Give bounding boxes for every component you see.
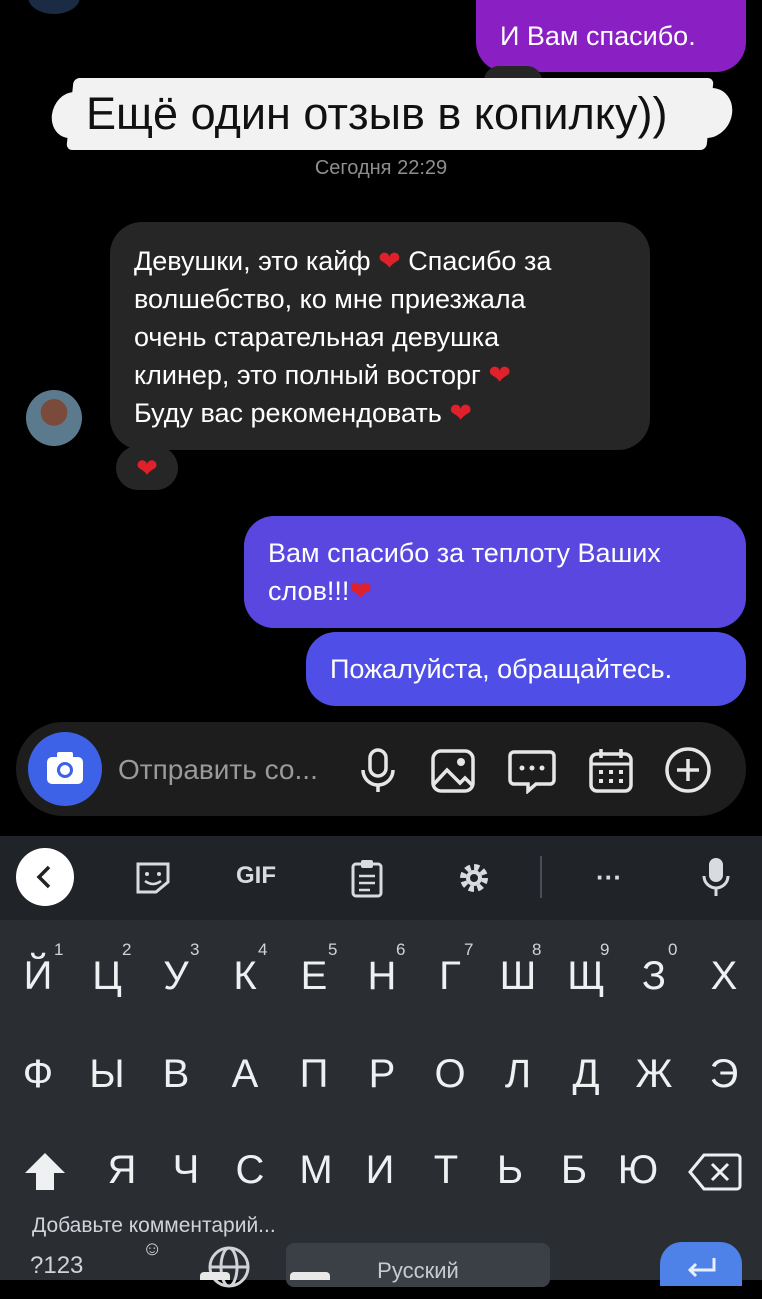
reaction-pill[interactable]: ❤ bbox=[116, 446, 178, 490]
key[interactable]: Й bbox=[4, 954, 72, 999]
nav-bar-hint bbox=[290, 1272, 330, 1280]
key-hint: 6 bbox=[396, 940, 406, 959]
key[interactable]: А bbox=[211, 1052, 279, 1097]
key[interactable]: Ю bbox=[604, 1148, 672, 1193]
incoming-message[interactable]: Девушки, это кайф ❤ Спасибо за волшебств… bbox=[110, 222, 650, 450]
key[interactable]: Т bbox=[412, 1148, 480, 1193]
key-hint: 5 bbox=[328, 940, 338, 959]
line: очень старательная девушка bbox=[134, 322, 500, 352]
sticker-chat-icon[interactable] bbox=[508, 748, 556, 794]
space-label: Русский bbox=[377, 1258, 459, 1283]
key-hint: 9 bbox=[600, 940, 610, 959]
banner-title: Ещё один отзыв в копилку)) bbox=[86, 88, 668, 139]
gear-icon[interactable] bbox=[456, 860, 492, 896]
key[interactable]: В bbox=[142, 1052, 210, 1097]
key-hint: 4 bbox=[258, 940, 268, 959]
heart-icon: ❤ bbox=[136, 453, 158, 483]
key[interactable]: Ч bbox=[152, 1148, 220, 1193]
more-button[interactable]: ··· bbox=[584, 862, 634, 893]
comment-hint: Добавьте комментарий... bbox=[32, 1214, 276, 1237]
emoji-sticker-icon[interactable] bbox=[134, 860, 172, 896]
key[interactable]: Д bbox=[552, 1052, 620, 1097]
outgoing-message[interactable]: Вам спасибо за теплоту Ваших слов!!!❤ bbox=[244, 516, 746, 628]
backspace-icon[interactable] bbox=[688, 1152, 742, 1192]
back-icon bbox=[36, 865, 51, 889]
key[interactable]: Ш bbox=[484, 954, 552, 999]
line: слов!!! bbox=[268, 576, 350, 606]
key-hint: 8 bbox=[532, 940, 542, 959]
toolbar-divider bbox=[540, 856, 542, 898]
key[interactable]: Н bbox=[348, 954, 416, 999]
key[interactable]: С bbox=[216, 1148, 284, 1193]
line: Буду вас рекомендовать bbox=[134, 398, 442, 428]
calendar-icon[interactable] bbox=[588, 746, 634, 794]
message-input[interactable]: Отправить со... bbox=[118, 754, 318, 786]
shift-icon[interactable] bbox=[22, 1150, 68, 1194]
enter-key[interactable] bbox=[660, 1242, 742, 1286]
key[interactable]: Ц bbox=[73, 954, 141, 999]
timestamp: Сегодня 22:29 bbox=[314, 157, 448, 179]
space-key[interactable]: Русский bbox=[286, 1243, 550, 1287]
heart-icon: ❤ bbox=[349, 576, 373, 606]
message-text: Пожалуйста, обращайтесь. bbox=[330, 654, 673, 684]
emoji-icon[interactable]: ☺ bbox=[142, 1238, 162, 1261]
key[interactable]: М bbox=[282, 1148, 350, 1193]
key[interactable]: Ы bbox=[73, 1052, 141, 1097]
key-hint: 3 bbox=[190, 940, 200, 959]
camera-icon bbox=[47, 752, 83, 784]
nav-bar-hint bbox=[200, 1272, 230, 1280]
sender-avatar[interactable] bbox=[26, 390, 82, 446]
key[interactable]: Ь bbox=[476, 1148, 544, 1193]
line: Вам спасибо за теплоту Ваших bbox=[268, 538, 661, 568]
mic-icon[interactable] bbox=[356, 746, 400, 794]
key[interactable]: Е bbox=[280, 954, 348, 999]
plus-icon[interactable] bbox=[664, 746, 712, 794]
key-hint: 7 bbox=[464, 940, 474, 959]
key[interactable]: З bbox=[620, 954, 688, 999]
key[interactable]: К bbox=[211, 954, 279, 999]
camera-button[interactable] bbox=[28, 732, 102, 806]
line: Спасибо за bbox=[408, 246, 552, 276]
globe-icon[interactable] bbox=[206, 1244, 252, 1290]
key[interactable]: О bbox=[416, 1052, 484, 1097]
key[interactable]: Б bbox=[540, 1148, 608, 1193]
outgoing-message[interactable]: Пожалуйста, обращайтесь. bbox=[306, 632, 746, 706]
line: клинер, это полный восторг bbox=[134, 360, 481, 390]
clipboard-icon[interactable] bbox=[350, 858, 384, 898]
key-hint: 2 bbox=[122, 940, 132, 959]
key[interactable]: Э bbox=[690, 1052, 758, 1097]
key[interactable]: Ж bbox=[620, 1052, 688, 1097]
heart-icon: ❤ bbox=[378, 246, 401, 276]
gif-button[interactable]: GIF bbox=[226, 862, 286, 890]
enter-icon bbox=[687, 1258, 716, 1278]
key[interactable]: П bbox=[280, 1052, 348, 1097]
line: волшебство, ко мне приезжала bbox=[134, 284, 526, 314]
keyboard-toolbar: GIF ··· bbox=[0, 836, 762, 920]
key[interactable]: И bbox=[346, 1148, 414, 1193]
key[interactable]: Я bbox=[88, 1148, 156, 1193]
message-text: И Вам спасибо. bbox=[500, 21, 696, 51]
outgoing-message-top[interactable]: И Вам спасибо. bbox=[476, 0, 746, 72]
key[interactable]: Щ bbox=[552, 954, 620, 999]
key-hint: 0 bbox=[668, 940, 678, 959]
heart-icon: ❤ bbox=[449, 398, 473, 428]
back-button[interactable] bbox=[16, 848, 74, 906]
image-icon[interactable] bbox=[430, 748, 476, 794]
key[interactable]: Г bbox=[416, 954, 484, 999]
avatar-top bbox=[28, 0, 80, 14]
line: Девушки, это кайф bbox=[134, 246, 371, 276]
symbols-key[interactable]: ?123 bbox=[30, 1252, 83, 1280]
key[interactable]: У bbox=[142, 954, 210, 999]
key[interactable]: Х bbox=[690, 954, 758, 999]
key[interactable]: Р bbox=[348, 1052, 416, 1097]
key[interactable]: Ф bbox=[4, 1052, 72, 1097]
heart-icon: ❤ bbox=[488, 360, 512, 390]
key-hint: 1 bbox=[54, 940, 64, 959]
keyboard: GIF ··· Й Ц У К Е Н Г Ш Щ З Х 1 2 3 4 5 … bbox=[0, 836, 762, 1288]
keyboard-mic-icon[interactable] bbox=[700, 856, 732, 898]
message-composer: Отправить со... bbox=[16, 722, 746, 816]
key[interactable]: Л bbox=[484, 1052, 552, 1097]
